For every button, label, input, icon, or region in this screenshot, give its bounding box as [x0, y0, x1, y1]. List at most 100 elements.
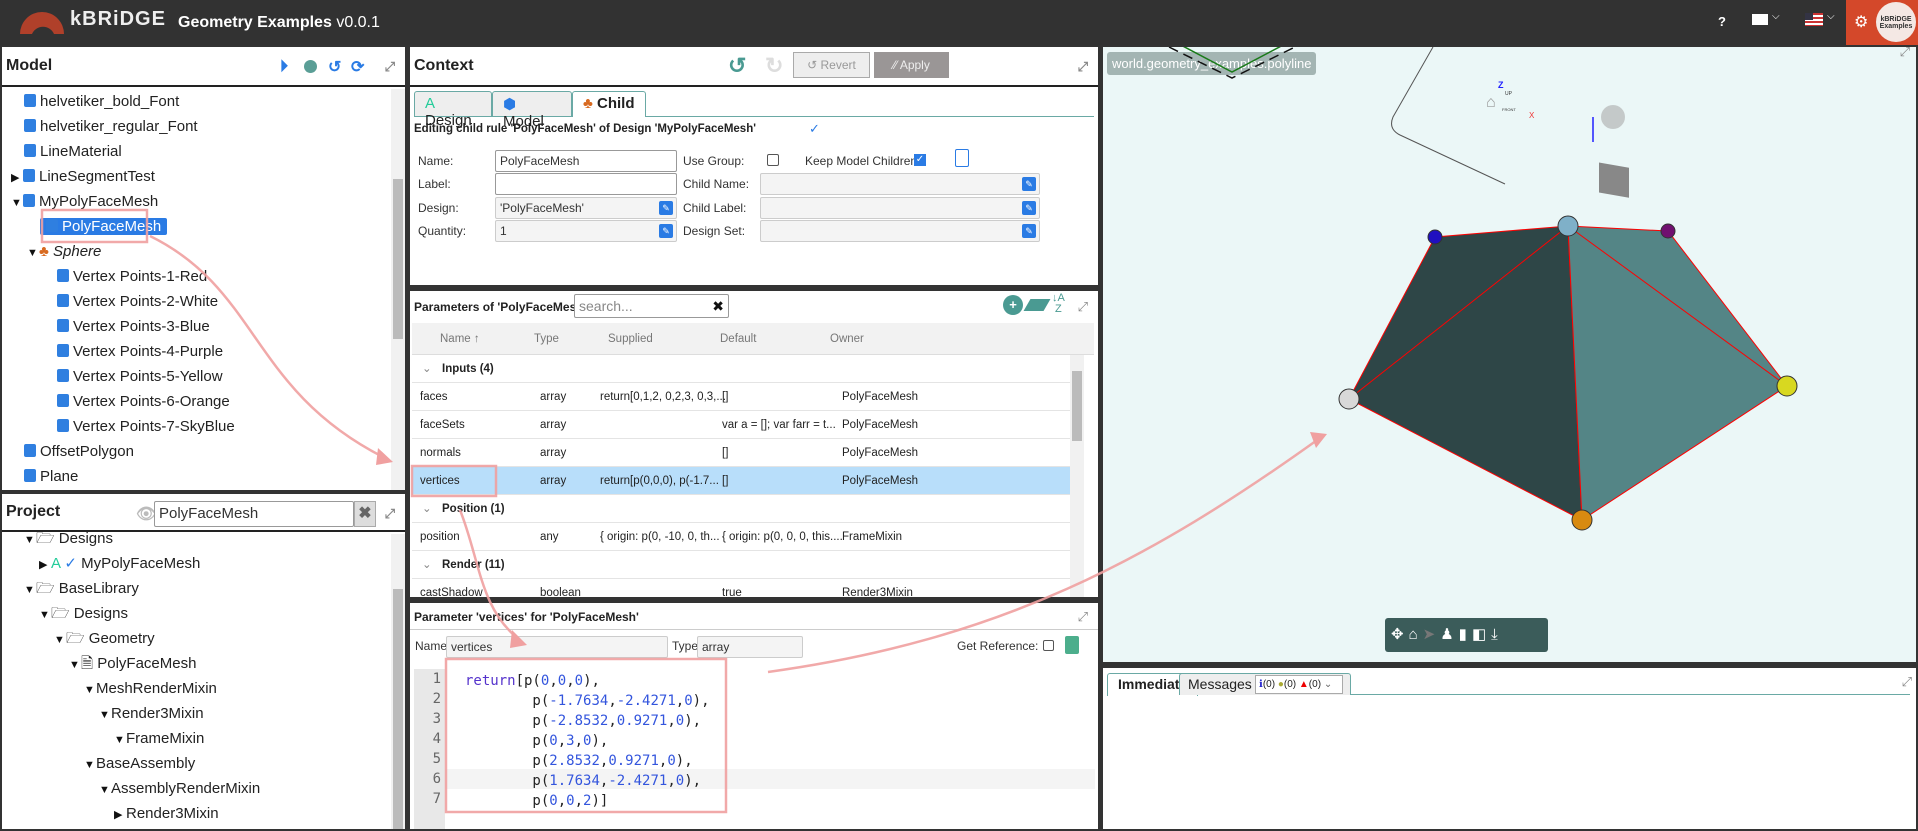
child-label-input[interactable]: ✎ [760, 197, 1040, 219]
column-owner[interactable]: Owner [830, 323, 864, 355]
project-tree-item[interactable]: ▼MeshRenderMixin [84, 676, 217, 701]
status-dot-icon[interactable] [304, 60, 317, 73]
maximize-icon[interactable]: ⤢ [385, 506, 395, 522]
caret-down-icon[interactable]: ▼ [69, 653, 81, 678]
document-icon[interactable] [955, 149, 969, 167]
undo-icon[interactable]: ↺ [728, 53, 746, 79]
project-tree-item[interactable]: ▼BaseAssembly [84, 751, 195, 776]
model-tree-item[interactable]: LineMaterial [24, 139, 122, 164]
project-tree-item[interactable]: ▼🗁 Designs [24, 526, 113, 551]
model-tree-item[interactable]: Vertex Points-7-SkyBlue [57, 414, 235, 439]
refresh-icon[interactable]: ⟳ [351, 57, 364, 77]
table-row[interactable]: normals array [] PolyFaceMesh [412, 439, 1082, 467]
table-row[interactable]: faceSets array var a = []; var farr = t...… [412, 411, 1082, 439]
model-tree-item[interactable]: Vertex Points-6-Orange [57, 389, 230, 414]
maximize-icon[interactable]: ⤢ [1078, 609, 1088, 625]
tab-model[interactable]: ⬢ Model [492, 91, 572, 130]
tab-child[interactable]: ♣ Child [572, 91, 646, 117]
maximize-icon[interactable]: ⤢ [1078, 59, 1088, 75]
add-parameter-icon[interactable]: + [1003, 295, 1023, 315]
model-tree-item[interactable]: Vertex Points-3-Blue [57, 314, 210, 339]
label-input[interactable] [495, 173, 677, 195]
maximize-icon[interactable]: ⤢ [1078, 299, 1088, 315]
maximize-icon[interactable]: ⤢ [385, 59, 395, 75]
chevron-down-icon[interactable]: ⌄ [422, 355, 432, 383]
download-icon[interactable]: ⤓ [1491, 626, 1503, 643]
caret-down-icon[interactable]: ▼ [24, 578, 36, 603]
get-reference-checkbox[interactable] [1043, 640, 1054, 651]
mail-dropdown-icon[interactable]: ⌵ [1772, 11, 1780, 22]
caret-down-icon[interactable]: ▼ [84, 753, 96, 778]
caret-down-icon[interactable]: ▼ [27, 241, 39, 266]
table-row[interactable]: faces array return[0,1,2, 0,2,3, 0,3,...[]… [412, 383, 1082, 411]
code-line[interactable]: p(0,0,2)] [465, 791, 710, 811]
home-view-icon[interactable]: ⌂ [1486, 94, 1496, 112]
caret-down-icon[interactable]: ▼ [54, 628, 66, 653]
column-name[interactable]: Name ↑ [440, 323, 480, 355]
project-tree-item[interactable]: ▶ A ✓ MyPolyFaceMesh [39, 551, 200, 576]
keep-children-checkbox[interactable]: ✓ [914, 154, 926, 166]
settings-area[interactable]: ⚙ kBRiDGE Examples [1846, 0, 1918, 45]
caret-down-icon[interactable]: ▼ [11, 191, 23, 216]
table-row[interactable]: vertices array return[p(0,0,0), p(-1.7...[… [412, 467, 1082, 495]
apply-button[interactable]: ⁄⁄ Apply [874, 52, 949, 78]
caret-down-icon[interactable]: ▼ [99, 778, 111, 803]
view-cube-front[interactable]: FRONT [1502, 107, 1516, 112]
code-line[interactable]: p(2.8532,0.9271,0), [465, 751, 710, 771]
caret-down-icon[interactable]: ▼ [99, 703, 111, 728]
redo-icon[interactable]: ↻ [765, 53, 783, 79]
project-tree-item[interactable]: ▼🗎 PolyFaceMesh [69, 651, 196, 676]
undo-history-icon[interactable]: ↺ [328, 57, 341, 77]
model-tree-item[interactable]: Vertex Points-5-Yellow [57, 364, 223, 389]
column-supplied[interactable]: Supplied [608, 323, 653, 355]
use-group-checkbox[interactable] [767, 154, 779, 166]
fit-view-icon[interactable]: ✥ [1391, 626, 1409, 643]
code-line[interactable]: p(-1.7634,-2.4271,0), [465, 691, 709, 711]
model-scrollbar[interactable] [391, 89, 405, 490]
select-pointer-icon[interactable]: ➤ [1423, 626, 1441, 643]
editor-type-input[interactable]: array [697, 636, 803, 658]
chevron-down-icon[interactable]: ⌄ [422, 495, 432, 523]
project-tree-item[interactable]: ▼AssemblyRenderMixin [99, 776, 260, 801]
group-row[interactable]: ⌄ Render (11) [412, 551, 1082, 579]
project-search-input[interactable]: PolyFaceMesh [154, 501, 354, 527]
child-name-input[interactable]: ✎ [760, 173, 1040, 195]
code-line[interactable]: p(1.7634,-2.4271,0), [465, 771, 710, 791]
gear-icon[interactable]: ⚙ [1854, 12, 1868, 32]
model-tree-item[interactable]: ▶ LineSegmentTest [11, 164, 155, 189]
table-row[interactable]: position any { origin: p(0, -10, 0, th...{… [412, 523, 1082, 551]
model-tree-item[interactable]: helvetiker_bold_Font [24, 89, 179, 114]
caret-down-icon[interactable]: ▼ [114, 728, 126, 753]
model-tree-item[interactable]: ▼♣ Sphere [27, 239, 101, 264]
model-tree-item[interactable]: Vertex Points-2-White [57, 289, 218, 314]
quantity-input[interactable]: 1 ✎ [495, 220, 677, 242]
project-tree-item[interactable]: ▼FrameMixin [114, 726, 204, 751]
help-button[interactable]: ? [1718, 14, 1726, 29]
eraser-icon[interactable] [1023, 299, 1051, 311]
design-set-input[interactable]: ✎ [760, 220, 1040, 242]
walk-icon[interactable]: ♟ [1440, 626, 1458, 643]
caret-down-icon[interactable]: ▼ [24, 528, 36, 553]
3d-viewport[interactable]: world.geometry_examples.polyline ⌂ Z X U… [1103, 47, 1916, 662]
code-line[interactable]: p(-2.8532,0.9271,0), [465, 711, 710, 731]
clear-search-button[interactable]: ✖ [354, 501, 376, 527]
caret-right-icon[interactable]: ▶ [11, 166, 23, 191]
projection-icon[interactable]: ▮ [1459, 626, 1472, 643]
column-type[interactable]: Type [534, 323, 559, 355]
name-input[interactable]: PolyFaceMesh [495, 150, 677, 172]
document-icon[interactable] [1065, 636, 1079, 654]
camera-icon[interactable]: ◧ [1472, 626, 1491, 643]
mail-icon[interactable] [1752, 14, 1768, 25]
caret-down-icon[interactable]: ▼ [84, 678, 96, 703]
design-input[interactable]: 'PolyFaceMesh' ✎ [495, 197, 677, 219]
model-tree-item[interactable]: ▼ MyPolyFaceMesh [11, 189, 158, 214]
caret-right-icon[interactable]: ▶ [39, 553, 51, 578]
parameters-scrollbar[interactable] [1070, 355, 1084, 597]
group-row[interactable]: ⌄ Inputs (4) [412, 355, 1082, 383]
revert-button[interactable]: ↺ Revert [793, 52, 870, 78]
editor-name-input[interactable]: vertices [446, 636, 668, 658]
us-flag-icon[interactable] [1805, 13, 1823, 26]
model-tree-item[interactable]: Vertex Points-1-Red [57, 264, 207, 289]
parameter-search-input[interactable]: search... ✖ [574, 294, 729, 318]
model-tree-item[interactable]: OffsetPolygon [24, 439, 134, 464]
